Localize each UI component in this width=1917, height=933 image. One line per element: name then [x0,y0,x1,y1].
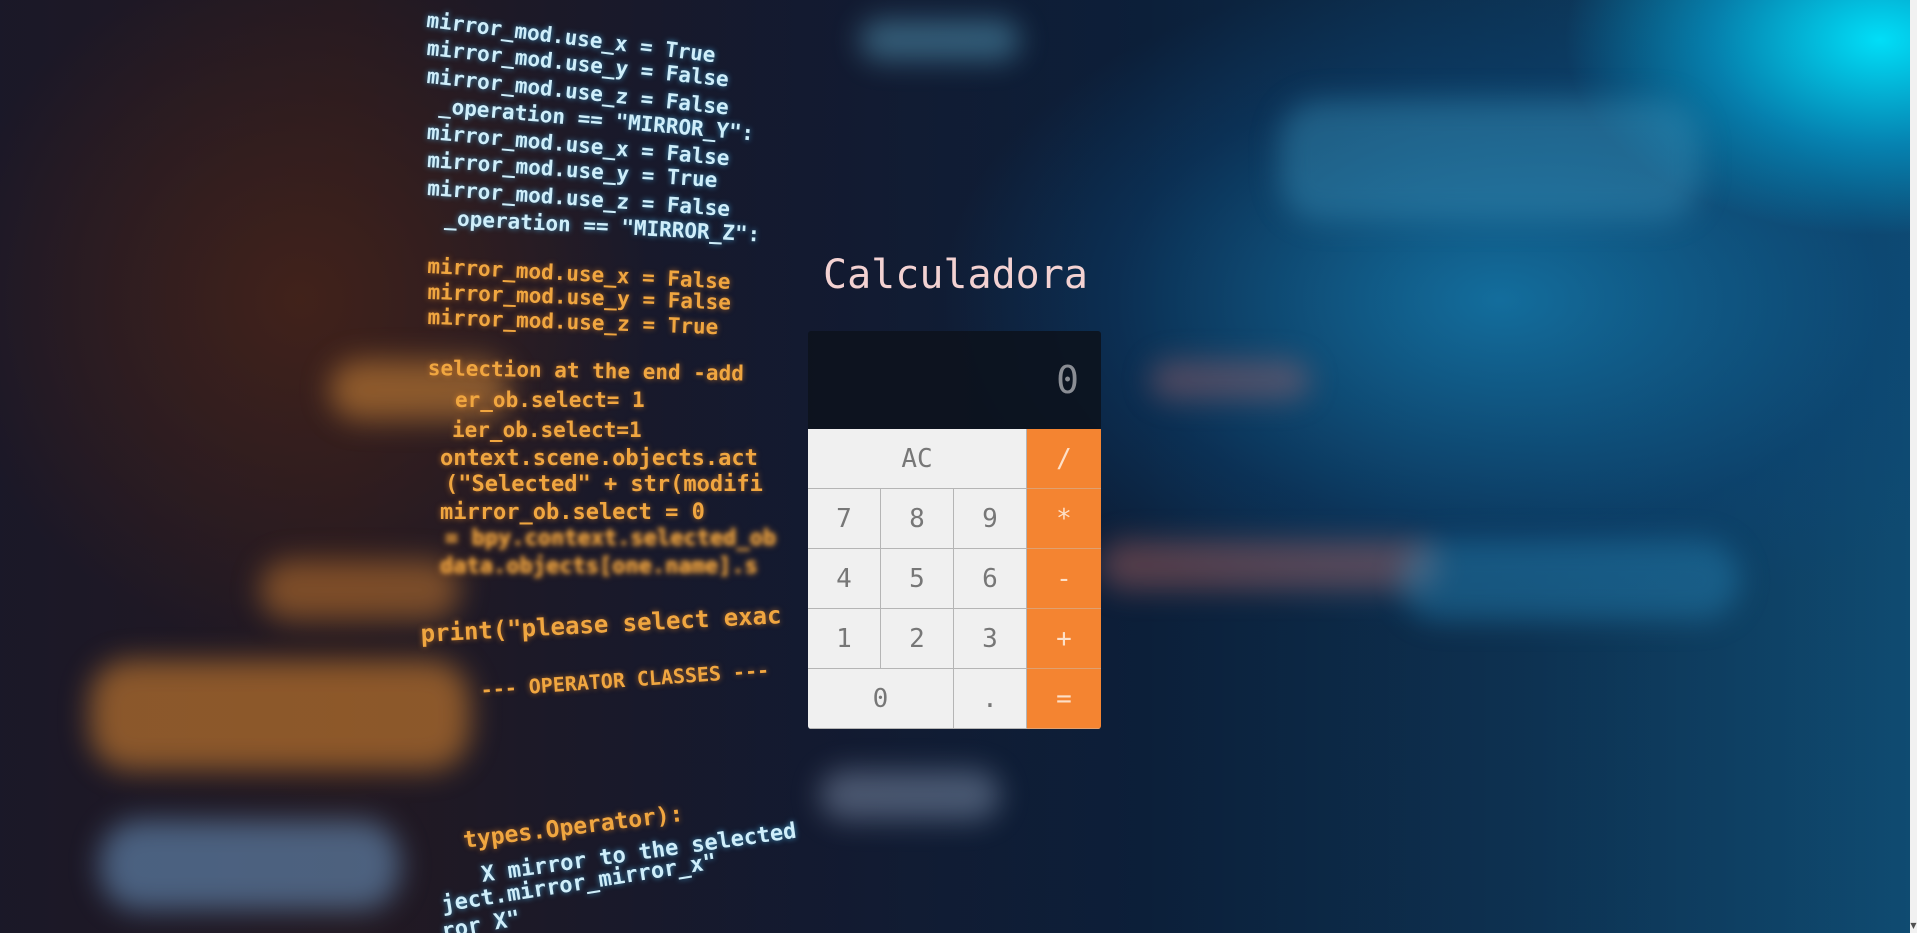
bokeh-blob [100,820,400,910]
digit-9-button[interactable]: 9 [954,489,1027,549]
vertical-scrollbar[interactable] [1910,0,1917,933]
calculator: 0 AC/ 7 8 9 * 4 5 6- 1 2 3 +0. = [808,331,1101,729]
divide-button[interactable]: / [1027,429,1101,489]
bokeh-blob [820,770,1000,820]
code-line: ier_ob.select=1 [452,418,642,442]
code-line: selection at the end -add [427,356,745,386]
bokeh-blob [1100,540,1440,590]
page-title: Calculadora [823,252,1088,298]
bokeh-blob [1400,540,1740,620]
code-line: ontext.scene.objects.act [440,446,758,471]
bokeh-blob [1150,360,1310,400]
digit-8-button[interactable]: 8 [881,489,954,549]
bokeh-blob [260,560,460,620]
calculator-display: 0 [808,331,1101,429]
digit-6-button[interactable]: 6 [954,549,1027,609]
scroll-down-arrow-icon[interactable]: ▼ [1910,918,1917,933]
code-line: er_ob.select= 1 [455,388,645,412]
digit-0-button[interactable]: 0 [808,669,954,729]
code-line: data.objects[one.name].s [440,554,758,579]
digit-5-button[interactable]: 5 [881,549,954,609]
digit-1-button[interactable]: 1 [808,609,881,669]
digit-2-button[interactable]: 2 [881,609,954,669]
digit-3-button[interactable]: 3 [954,609,1027,669]
decimal-button[interactable]: . [954,669,1027,729]
bokeh-blob [860,20,1020,60]
keypad: AC/ 7 8 9 * 4 5 6- 1 2 3 +0. = [808,429,1101,729]
add-button[interactable]: + [1027,609,1101,669]
code-line: ("Selected" + str(modifi [445,472,763,497]
bokeh-blob [1280,100,1700,220]
code-line: = bpy.context.selected_ob [445,526,777,551]
digit-4-button[interactable]: 4 [808,549,881,609]
equals-button[interactable]: = [1027,669,1101,729]
digit-7-button[interactable]: 7 [808,489,881,549]
multiply-button[interactable]: * [1027,489,1101,549]
clear-button[interactable]: AC [808,429,1027,489]
code-line: mirror_ob.select = 0 [440,500,705,525]
subtract-button[interactable]: - [1027,549,1101,609]
bokeh-blob [90,660,470,770]
